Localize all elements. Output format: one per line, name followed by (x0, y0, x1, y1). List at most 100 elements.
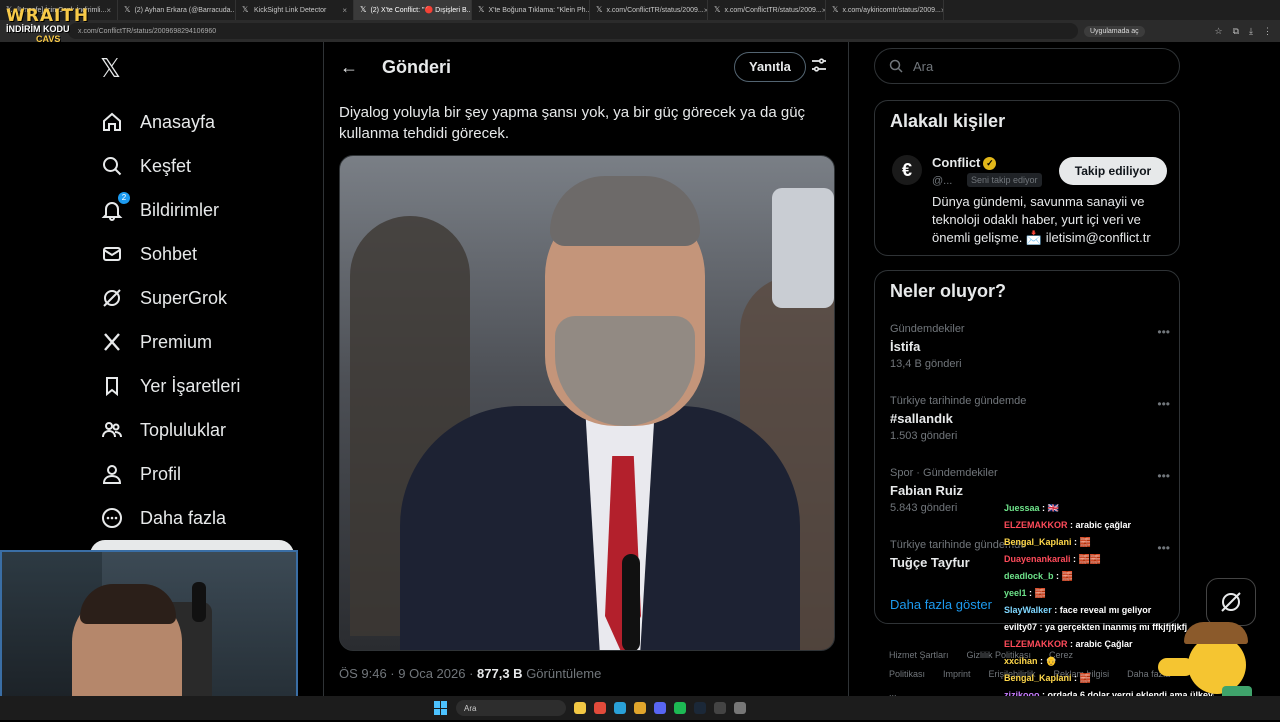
close-tab-icon[interactable]: × (941, 6, 943, 15)
x-logo[interactable]: 𝕏 (100, 54, 121, 84)
chat-text: : 🧱 (1071, 537, 1091, 547)
nav-item-bell[interactable]: 2 Bildirimler (100, 188, 240, 232)
trend-item[interactable]: Türkiye tarihinde gündemde #sallandık 1.50… (890, 395, 1170, 442)
notification-badge: 2 (118, 192, 130, 204)
nav-item-home[interactable]: Anasayfa (100, 100, 240, 144)
profile-bio: Dünya gündemi, savunma sanayii ve teknol… (932, 194, 1151, 245)
discord-icon[interactable] (654, 702, 666, 714)
post-time[interactable]: ÖS 9:46 · 9 Oca 2026 · (339, 666, 477, 681)
nav-item-search[interactable]: Keşfet (100, 144, 240, 188)
trend-name: İstifa (890, 339, 921, 354)
browser-tab[interactable]: 𝕏X'te Boğuna Tıklama: "Klein Ph...× (472, 0, 590, 20)
browser-tab[interactable]: 𝕏x.com/ConflictTR/status/2009... × (708, 0, 826, 20)
more-options-icon[interactable]: ••• (1157, 397, 1170, 411)
stream-logo-overlay: WRAITH İNDİRİM KODU CAVS (6, 6, 98, 56)
favicon-icon: 𝕏 (478, 5, 485, 14)
edge-icon[interactable] (614, 702, 626, 714)
steam-icon[interactable] (694, 702, 706, 714)
more-options-icon[interactable]: ••• (1157, 469, 1170, 483)
following-button[interactable]: Takip ediliyor (1059, 157, 1167, 185)
nav-item-bookmark[interactable]: Yer İşaretleri (100, 364, 240, 408)
browser-tab[interactable]: 𝕏(2) Ayhan Erkara (@Barracuda...× (118, 0, 236, 20)
close-tab-icon[interactable]: × (106, 6, 111, 15)
file-explorer-icon[interactable] (574, 702, 586, 714)
chat-username: ELZEMAKKOR (1004, 639, 1068, 649)
chat-username: yeel1 (1004, 588, 1027, 598)
sliders-icon[interactable] (810, 56, 828, 74)
chrome-icon[interactable] (594, 702, 606, 714)
avatar[interactable]: € (892, 155, 922, 185)
browser-tab-bar: 𝕏 [Unsafe] İçin Canlı İndirimli... × 𝕏 (2) A… (0, 0, 1280, 20)
browser-tab[interactable]: 𝕏x.com/aykiricomtr/status/2009...× (826, 0, 944, 20)
reply-button[interactable]: Yanıtla (734, 52, 806, 82)
trend-context: Gündemdekiler (890, 323, 965, 335)
emote-hat (1184, 622, 1248, 644)
grok-icon (1221, 592, 1241, 612)
nav-item-grok[interactable]: SuperGrok (100, 276, 240, 320)
webcam-feed (0, 550, 298, 720)
trend-context: Türkiye tarihinde gündemde (890, 395, 1027, 407)
extensions-icon[interactable]: ⧉ (1233, 26, 1239, 37)
views-label: Görüntüleme (522, 666, 602, 681)
footer-link[interactable]: Imprint (943, 669, 971, 679)
nav-item-x[interactable]: Premium (100, 320, 240, 364)
post-text: Diyalog yoluyla bir şey yapma şansı yok,… (339, 104, 806, 142)
bookmark-icon (100, 374, 124, 398)
post-photo[interactable] (339, 155, 835, 651)
chat-text: : 🧱 (1026, 588, 1046, 598)
chat-text: : face reveal mı geliyor (1051, 605, 1152, 615)
nav-label: Topluluklar (140, 419, 227, 440)
taskbar-apps (574, 702, 746, 714)
profile-name-text: Conflict (932, 155, 981, 170)
nav-item-mail[interactable]: Sohbet (100, 232, 240, 276)
search-input[interactable]: Ara (874, 48, 1180, 84)
chat-message: Juessaa : 🇬🇧 (1004, 500, 1214, 517)
spotify-icon[interactable] (674, 702, 686, 714)
relevant-people-panel: Alakalı kişiler € Conflict ✓ @... Seni ta… (874, 100, 1180, 256)
x-icon (100, 330, 124, 354)
post-meta: ÖS 9:46 · 9 Oca 2026 · 877,3 B Görüntüle… (339, 666, 601, 681)
back-arrow-icon[interactable]: ← (340, 57, 358, 78)
taskbar-search-label: Ara (464, 703, 477, 713)
verified-badge-icon: ✓ (983, 157, 997, 171)
settings-icon[interactable] (734, 702, 746, 714)
chat-username: deadlock_b (1004, 571, 1054, 581)
url-field[interactable]: x.com/ConflictTR/status/2009698294106960 (68, 23, 1078, 39)
bell-icon: 2 (100, 192, 130, 222)
chat-username: ELZEMAKKOR (1004, 520, 1068, 530)
nav-item-more[interactable]: Daha fazla (100, 496, 240, 540)
show-more-link[interactable]: Daha fazla göster (890, 597, 992, 612)
people-icon (100, 418, 124, 442)
open-in-app-button[interactable]: Uygulamada aç (1084, 25, 1145, 37)
microphone (192, 582, 206, 622)
start-button-icon[interactable] (434, 701, 448, 715)
windows-taskbar: Ara (0, 696, 1280, 720)
footer-link[interactable]: Hizmet Şartları (889, 650, 949, 660)
nav-label: Keşfet (140, 155, 192, 176)
nav-item-person[interactable]: Profil (100, 452, 240, 496)
browser-tab[interactable]: 𝕏(2) X'te Conflict: "🔴 Dışişleri B...× (354, 0, 472, 20)
menu-icon[interactable]: ⋮ (1263, 26, 1272, 37)
chat-username: evilty07 (1004, 622, 1038, 632)
download-icon[interactable]: ⤓ (1249, 26, 1253, 37)
nav-item-people[interactable]: Topluluklar (100, 408, 240, 452)
chat-username: Bengal_Kaplani (1004, 537, 1072, 547)
folder-icon[interactable] (634, 702, 646, 714)
star-icon[interactable]: ☆ (1215, 26, 1223, 37)
browser-tab[interactable]: 𝕏 KickSight Link Detector × (236, 0, 354, 20)
favicon-icon: 𝕏 (124, 5, 131, 14)
trend-item[interactable]: Gündemdekiler İstifa 13,4 B gönderi ••• (890, 323, 1170, 370)
relevant-people-title: Alakalı kişiler (890, 111, 1006, 131)
browser-toolbar: ☆ ⧉ ⤓ ⋮ (1215, 26, 1273, 37)
address-bar: x.com/ConflictTR/status/2009698294106960… (0, 20, 1280, 42)
obs-icon[interactable] (714, 702, 726, 714)
browser-tab[interactable]: 𝕏x.com/ConflictTR/status/2009... × (590, 0, 708, 20)
overlay-code: CAVS (36, 34, 61, 44)
chat-text: : arabic Çağlar (1067, 639, 1133, 649)
close-tab-icon[interactable]: × (342, 6, 347, 15)
chat-message: yeel1 : 🧱 (1004, 585, 1214, 602)
profile-handle[interactable]: @... (932, 175, 952, 187)
more-options-icon[interactable]: ••• (1157, 325, 1170, 339)
profile-name[interactable]: Conflict ✓ (932, 155, 997, 171)
taskbar-search[interactable]: Ara (456, 700, 566, 716)
